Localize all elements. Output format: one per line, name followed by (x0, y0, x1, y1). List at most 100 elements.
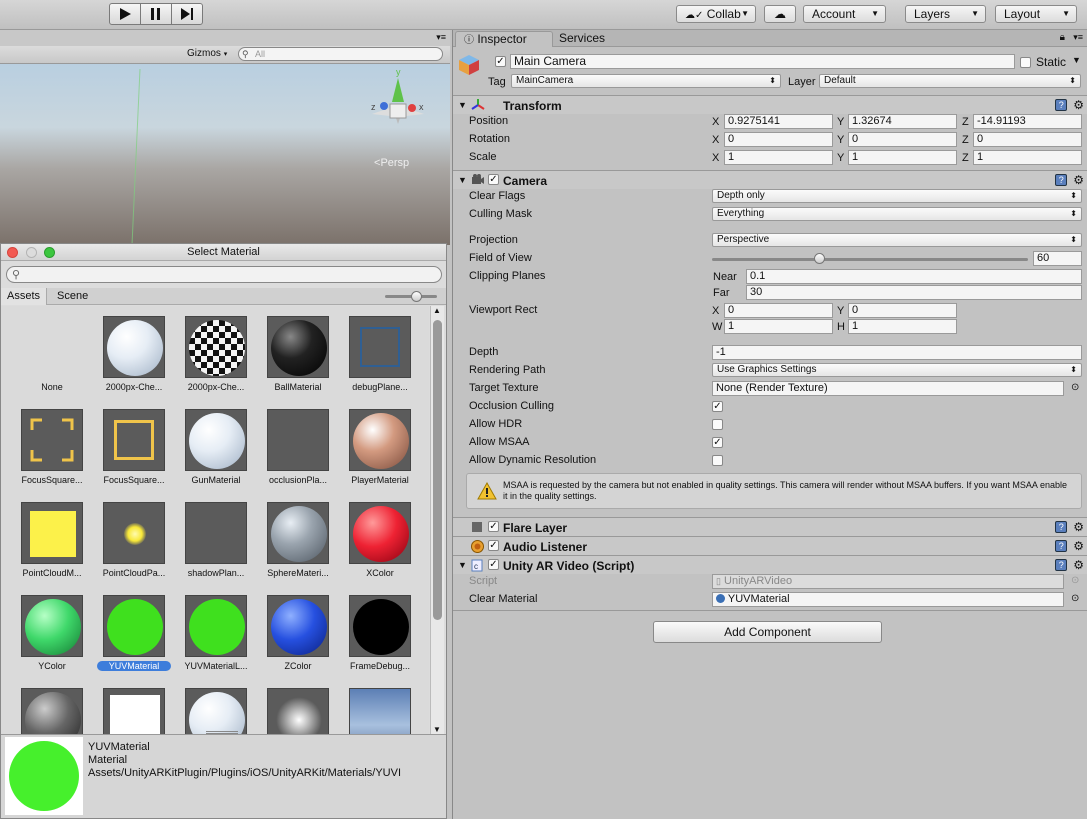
material-item[interactable]: YUVMaterialL... (175, 595, 257, 671)
static-checkbox[interactable] (1020, 57, 1031, 68)
help-icon[interactable]: ? (1055, 174, 1068, 186)
gear-icon[interactable]: ⚙ (1073, 521, 1084, 533)
allow-hdr-checkbox[interactable] (712, 419, 723, 430)
gear-icon[interactable]: ⚙ (1073, 559, 1084, 571)
material-item[interactable]: SphereMateri... (257, 502, 339, 578)
fov-slider-knob[interactable] (814, 253, 826, 264)
material-item[interactable]: None (11, 316, 93, 392)
help-icon[interactable]: ? (1055, 521, 1068, 533)
step-button[interactable] (171, 3, 203, 25)
minimize-window-icon[interactable] (26, 247, 37, 258)
transform-x-field[interactable]: 1 (724, 150, 833, 165)
scene-viewport[interactable]: y z x <Persp (0, 64, 450, 245)
material-item[interactable]: shadowPlan... (175, 502, 257, 578)
audio-listener-header[interactable]: ✓ Audio Listener ? ⚙ (453, 536, 1087, 555)
fold-arrow-icon[interactable]: ▼ (458, 100, 467, 110)
material-item[interactable]: ZColor (257, 595, 339, 671)
material-item[interactable] (93, 688, 175, 734)
gear-icon[interactable]: ⚙ (1073, 540, 1084, 552)
lock-icon[interactable]: 🔒︎ (1060, 32, 1065, 43)
gizmos-dropdown[interactable]: Gizmos ▾ (183, 47, 231, 60)
rendering-path-dropdown[interactable]: Use Graphics Settings ⬍ (712, 363, 1082, 377)
pause-button[interactable] (140, 3, 172, 25)
material-item[interactable]: debugPlane... (339, 316, 421, 392)
clear-material-field[interactable]: YUVMaterial (712, 592, 1064, 607)
layer-dropdown[interactable]: Default ⬍ (819, 74, 1081, 88)
material-item[interactable]: GunMaterial (175, 409, 257, 485)
material-item[interactable]: FocusSquare... (93, 409, 175, 485)
scene-search-input[interactable]: ⚲ All (238, 47, 443, 61)
fold-arrow-icon[interactable]: ▼ (458, 175, 467, 185)
material-item[interactable]: YColor (11, 595, 93, 671)
help-icon[interactable]: ? (1055, 99, 1068, 111)
material-item[interactable]: occlusionPla... (257, 409, 339, 485)
gear-icon[interactable]: ⚙ (1073, 174, 1084, 186)
material-item[interactable]: FrameDebug... (339, 595, 421, 671)
material-item[interactable] (257, 688, 339, 734)
material-item[interactable]: PlayerMaterial (339, 409, 421, 485)
flare-layer-header[interactable]: ✓ Flare Layer ? ⚙ (453, 517, 1087, 536)
material-item[interactable]: PointCloudPa... (93, 502, 175, 578)
maximize-window-icon[interactable] (44, 247, 55, 258)
viewport-x-field[interactable]: 0 (724, 303, 833, 318)
material-item[interactable]: BallMaterial (257, 316, 339, 392)
material-item[interactable]: FocusSquare... (11, 409, 93, 485)
static-dropdown-icon[interactable]: ▼ (1072, 55, 1081, 65)
fov-slider[interactable] (712, 258, 1028, 261)
tag-dropdown[interactable]: MainCamera ⬍ (511, 74, 781, 88)
fold-arrow-icon[interactable]: ▼ (458, 560, 467, 570)
object-picker-icon[interactable]: ⊙ (1071, 593, 1079, 604)
object-picker-icon[interactable]: ⊙ (1071, 382, 1079, 393)
material-item[interactable] (175, 688, 257, 734)
panel-menu-icon[interactable]: ▾≡ (1073, 32, 1083, 43)
thumbnail-size-knob[interactable] (411, 291, 422, 302)
target-texture-field[interactable]: None (Render Texture) (712, 381, 1064, 396)
clear-flags-dropdown[interactable]: Depth only ⬍ (712, 189, 1082, 203)
ar-video-header[interactable]: ▼ c ✓ Unity AR Video (Script) ? ⚙ (453, 555, 1087, 574)
flare-layer-enabled-checkbox[interactable]: ✓ (488, 521, 499, 532)
depth-field[interactable]: -1 (712, 345, 1082, 360)
scrollbar-thumb[interactable] (433, 320, 442, 620)
material-item[interactable]: PointCloudM... (11, 502, 93, 578)
scroll-down-icon[interactable]: ▼ (433, 725, 441, 734)
material-search-input[interactable]: ⚲ (6, 266, 442, 283)
active-checkbox[interactable]: ✓ (495, 56, 506, 67)
camera-enabled-checkbox[interactable]: ✓ (488, 174, 499, 185)
object-name-field[interactable]: Main Camera (510, 54, 1015, 69)
viewport-w-field[interactable]: 1 (724, 319, 833, 334)
tab-inspector[interactable]: ⓘ Inspector (455, 31, 553, 47)
transform-x-field[interactable]: 0 (724, 132, 833, 147)
material-grid-scrollbar[interactable]: ▲ ▼ (430, 306, 444, 734)
layout-button[interactable]: Layout ▼ (995, 5, 1077, 23)
tab-assets[interactable]: Assets (1, 288, 48, 305)
viewport-y-field[interactable]: 0 (848, 303, 957, 318)
transform-z-field[interactable]: 0 (973, 132, 1082, 147)
material-item[interactable]: 2000px-Che... (93, 316, 175, 392)
material-item[interactable] (11, 688, 93, 734)
transform-x-field[interactable]: 0.9275141 (724, 114, 833, 129)
material-item[interactable] (339, 688, 421, 734)
projection-dropdown[interactable]: Perspective ⬍ (712, 233, 1082, 247)
cloud-services-button[interactable]: ☁ (764, 5, 796, 23)
resize-handle[interactable] (206, 731, 238, 734)
fov-field[interactable]: 60 (1033, 251, 1082, 266)
material-item[interactable]: 2000px-Che... (175, 316, 257, 392)
gear-icon[interactable]: ⚙ (1073, 99, 1084, 111)
tab-services[interactable]: Services (551, 31, 613, 47)
play-button[interactable] (109, 3, 141, 25)
account-button[interactable]: Account ▼ (803, 5, 886, 23)
layers-button[interactable]: Layers ▼ (905, 5, 986, 23)
transform-y-field[interactable]: 1.32674 (848, 114, 957, 129)
persp-label[interactable]: <Persp (374, 157, 409, 169)
near-field[interactable]: 0.1 (746, 269, 1082, 284)
transform-z-field[interactable]: -14.91193 (973, 114, 1082, 129)
camera-header[interactable]: ▼ ✓ Camera ? ⚙ (453, 170, 1087, 189)
transform-y-field[interactable]: 1 (848, 150, 957, 165)
allow-msaa-checkbox[interactable]: ✓ (712, 437, 723, 448)
orientation-gizmo[interactable] (372, 78, 424, 124)
panel-menu-icon[interactable]: ▾≡ (436, 32, 446, 43)
help-icon[interactable]: ? (1055, 540, 1068, 552)
transform-header[interactable]: ▼ Transform ? ⚙ (453, 95, 1087, 114)
ar-video-enabled-checkbox[interactable]: ✓ (488, 559, 499, 570)
collab-button[interactable]: ☁✓ Collab ▼ (676, 5, 756, 23)
